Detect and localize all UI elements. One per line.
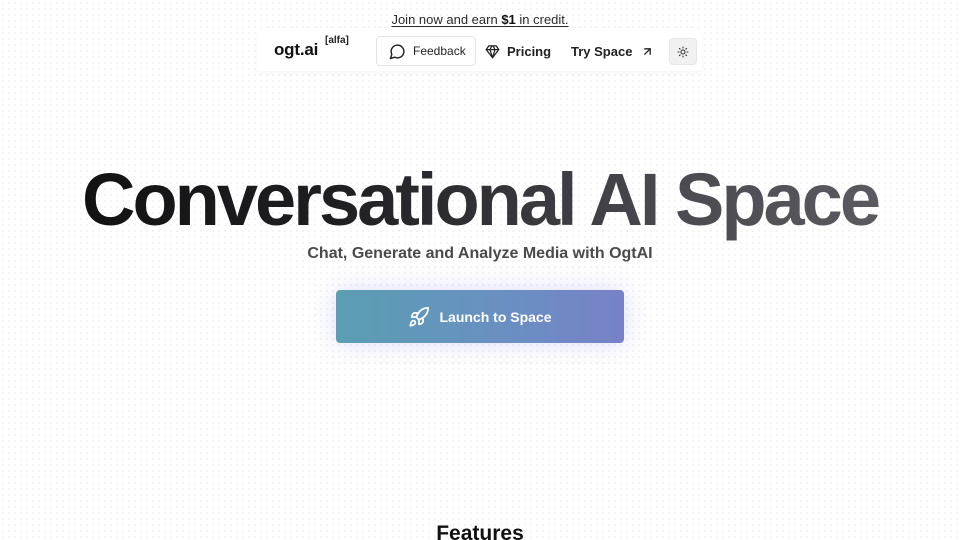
promo-link[interactable]: Join now and earn $1 in credit. [0, 12, 960, 27]
try-space-label: Try Space [571, 43, 633, 59]
hero-subtitle: Chat, Generate and Analyze Media with Og… [307, 245, 653, 262]
brand-logo[interactable]: ogt.ai [274, 40, 318, 60]
promo-prefix: Join now and earn [391, 12, 502, 27]
launch-to-space-label: Launch to Space [439, 308, 552, 325]
rocket-icon [409, 306, 430, 327]
arrow-up-right-icon [644, 47, 652, 55]
hero-title: Conversational AI Space [0, 156, 960, 244]
pricing-label: Pricing [507, 43, 552, 59]
navbar: ogt.ai [alfa] Feedback Pricing Try Space [257, 31, 702, 71]
page: Join now and earn $1 in credit. ogt.ai [… [0, 0, 960, 540]
try-space-link[interactable]: Try Space [571, 36, 654, 66]
launch-to-space-button[interactable]: Launch to Space [336, 290, 624, 343]
diamond-icon [485, 44, 500, 58]
brand-tag: [alfa] [325, 35, 349, 46]
chat-bubble-icon [389, 43, 405, 59]
theme-toggle-button[interactable] [669, 38, 697, 65]
promo-amount: $1 [501, 12, 516, 27]
promo-suffix: in credit. [515, 12, 569, 27]
pricing-link[interactable]: Pricing [485, 36, 551, 66]
sun-icon [677, 45, 689, 58]
feedback-button[interactable]: Feedback [376, 36, 476, 66]
features-heading: Features [436, 522, 524, 540]
feedback-label: Feedback [413, 44, 466, 58]
